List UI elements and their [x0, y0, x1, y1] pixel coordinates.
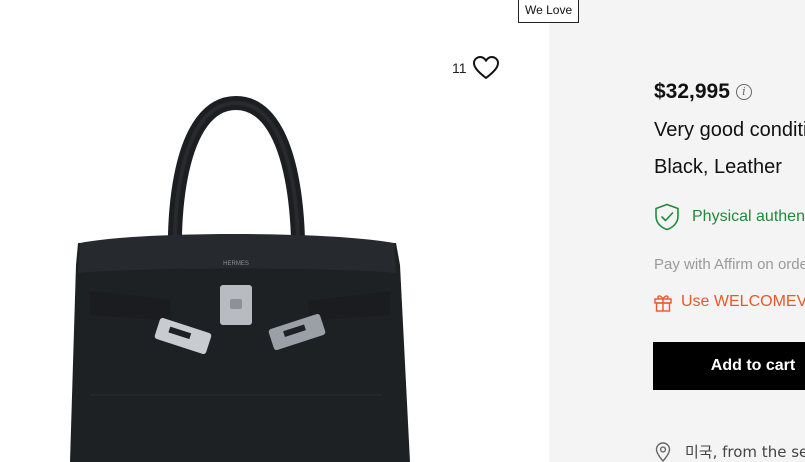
color-material-text: Black, Leather	[654, 156, 782, 178]
heart-outline-icon	[472, 56, 499, 79]
favorite-count: 11	[452, 60, 467, 76]
svg-text:HERMES: HERMES	[223, 261, 249, 267]
shipping-origin-text: 미국, from the seller	[685, 443, 805, 461]
product-photo-handbag[interactable]: HERMES	[60, 95, 410, 462]
promo-row[interactable]: Use WELCOMEVC	[653, 292, 805, 312]
shipping-row: 미국, from the seller	[655, 441, 805, 462]
price-row: $32,995 i	[654, 80, 752, 104]
location-pin-icon	[655, 441, 671, 462]
condition-text: Very good condition	[654, 119, 805, 141]
we-love-badge: We Love	[518, 0, 580, 23]
add-to-cart-button[interactable]: Add to cart	[653, 342, 805, 390]
shield-check-icon	[655, 203, 679, 231]
price: $32,995	[654, 80, 730, 103]
authentication-text: Physical authentication	[692, 208, 805, 225]
product-info-panel: $32,995 i Very good condition Black, Lea…	[549, 0, 805, 462]
promo-code-text: Use WELCOMEVC	[681, 293, 805, 310]
favorite-button[interactable]: 11	[452, 56, 499, 80]
product-image-pane: 11 HERMES	[0, 0, 549, 462]
authentication-row: Physical authentication	[654, 203, 805, 231]
info-icon[interactable]: i	[735, 84, 752, 100]
gift-icon	[654, 295, 672, 312]
affirm-financing-link[interactable]: Pay with Affirm on orders	[654, 256, 805, 273]
